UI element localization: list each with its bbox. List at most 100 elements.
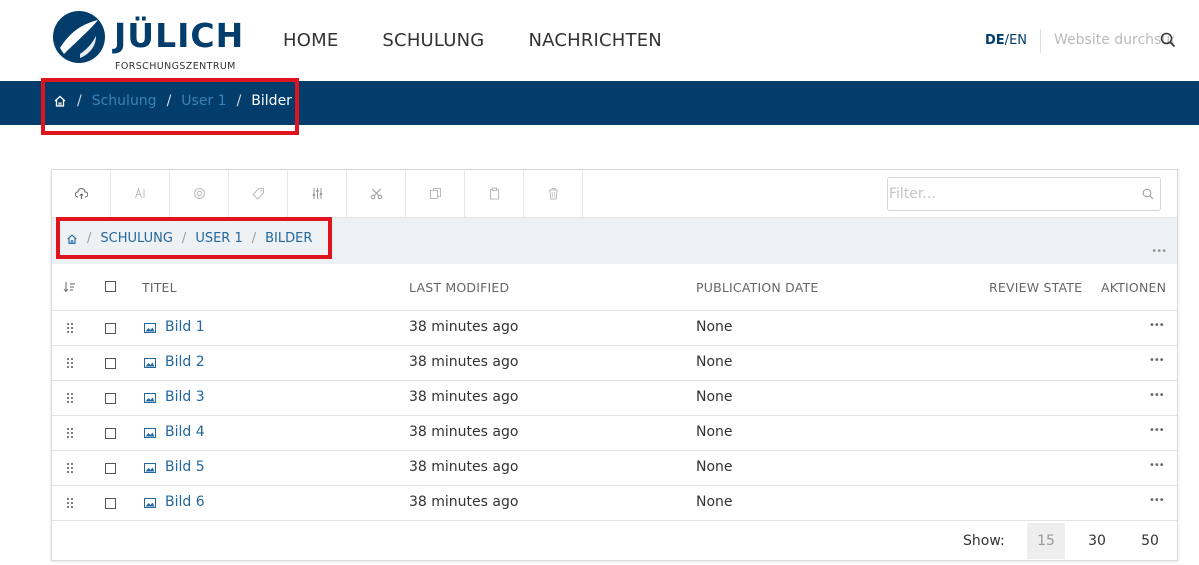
row-title-link[interactable]: Bild 3 bbox=[165, 389, 205, 405]
image-icon bbox=[144, 393, 156, 403]
drag-handle-icon[interactable] bbox=[66, 322, 74, 334]
image-icon bbox=[144, 323, 156, 333]
logo-subtitle: FORSCHUNGSZENTRUM bbox=[115, 61, 236, 72]
row-actions-button[interactable]: ••• bbox=[1149, 390, 1165, 401]
delete-button[interactable] bbox=[524, 170, 583, 217]
page-size-15[interactable]: 15 bbox=[1027, 523, 1065, 559]
row-actions-button[interactable]: ••• bbox=[1149, 355, 1165, 366]
row-last-modified: 38 minutes ago bbox=[409, 319, 519, 335]
highlight-box bbox=[56, 217, 332, 259]
copy-icon bbox=[429, 188, 441, 199]
table-header: TITEL LAST MODIFIED PUBLICATION DATE REV… bbox=[52, 264, 1177, 311]
image-icon bbox=[144, 358, 156, 368]
site-header: JÜLICH FORSCHUNGSZENTRUM HOME SCHULUNG N… bbox=[0, 0, 1199, 81]
row-last-modified: 38 minutes ago bbox=[409, 459, 519, 475]
column-header-last-modified[interactable]: LAST MODIFIED bbox=[409, 280, 509, 295]
table-row[interactable]: Bild 1 38 minutes ago None ••• bbox=[52, 311, 1177, 346]
highlight-box bbox=[41, 78, 299, 135]
row-title-link[interactable]: Bild 6 bbox=[165, 494, 205, 510]
select-all-checkbox[interactable] bbox=[105, 281, 116, 292]
filter-placeholder: Filter... bbox=[889, 186, 936, 202]
page-size-30[interactable]: 30 bbox=[1078, 523, 1116, 559]
row-checkbox[interactable] bbox=[105, 358, 116, 369]
sort-icon[interactable] bbox=[63, 281, 76, 293]
row-actions-button[interactable]: ••• bbox=[1149, 320, 1165, 331]
page-size-50[interactable]: 50 bbox=[1131, 523, 1169, 559]
column-header-actions: AKTIONEN bbox=[1101, 280, 1167, 295]
properties-button[interactable] bbox=[288, 170, 347, 217]
rename-button[interactable] bbox=[111, 170, 170, 217]
column-header-review-state[interactable]: REVIEW STATE bbox=[989, 280, 1082, 295]
drag-handle-icon[interactable] bbox=[66, 497, 74, 509]
image-icon bbox=[144, 428, 156, 438]
paste-button[interactable] bbox=[465, 170, 524, 217]
table-row[interactable]: Bild 6 38 minutes ago None ••• bbox=[52, 486, 1177, 521]
column-header-title[interactable]: TITEL bbox=[142, 280, 177, 295]
workflow-icon bbox=[193, 188, 205, 199]
row-title-link[interactable]: Bild 2 bbox=[165, 354, 205, 370]
row-title-link[interactable]: Bild 5 bbox=[165, 459, 205, 475]
tags-icon bbox=[251, 188, 264, 200]
row-title-link[interactable]: Bild 1 bbox=[165, 319, 205, 335]
pagination: Show: 15 30 50 bbox=[52, 521, 1177, 561]
nav-item-nachrichten[interactable]: NACHRICHTEN bbox=[528, 30, 662, 51]
cut-icon bbox=[370, 188, 382, 200]
more-options-button[interactable]: ••• bbox=[1151, 246, 1167, 257]
search-icon[interactable] bbox=[1160, 32, 1176, 48]
row-actions-button[interactable]: ••• bbox=[1149, 495, 1165, 506]
row-actions-button[interactable]: ••• bbox=[1149, 425, 1165, 436]
row-publication-date: None bbox=[696, 494, 733, 510]
drag-handle-icon[interactable] bbox=[66, 357, 74, 369]
drag-handle-icon[interactable] bbox=[66, 462, 74, 474]
row-last-modified: 38 minutes ago bbox=[409, 389, 519, 405]
row-title-link[interactable]: Bild 4 bbox=[165, 424, 205, 440]
filter-input[interactable]: Filter... bbox=[887, 177, 1161, 211]
delete-icon bbox=[548, 188, 558, 200]
row-checkbox[interactable] bbox=[105, 498, 116, 509]
upload-icon bbox=[74, 188, 88, 199]
workflow-button[interactable] bbox=[170, 170, 229, 217]
column-header-publication-date[interactable]: PUBLICATION DATE bbox=[696, 280, 818, 295]
main-nav: HOME SCHULUNG NACHRICHTEN bbox=[283, 30, 662, 51]
lang-de[interactable]: DE bbox=[985, 33, 1005, 48]
table-row[interactable]: Bild 5 38 minutes ago None ••• bbox=[52, 451, 1177, 486]
row-last-modified: 38 minutes ago bbox=[409, 494, 519, 510]
row-publication-date: None bbox=[696, 389, 733, 405]
toolbar: Filter... bbox=[52, 170, 1177, 218]
search-icon bbox=[1142, 188, 1154, 200]
row-checkbox[interactable] bbox=[105, 463, 116, 474]
nav-item-home[interactable]: HOME bbox=[283, 30, 338, 51]
row-checkbox[interactable] bbox=[105, 323, 116, 334]
paste-icon bbox=[489, 187, 499, 200]
row-checkbox[interactable] bbox=[105, 428, 116, 439]
copy-button[interactable] bbox=[406, 170, 465, 217]
language-switcher: DE/EN bbox=[985, 33, 1027, 48]
table-row[interactable]: Bild 4 38 minutes ago None ••• bbox=[52, 416, 1177, 451]
row-publication-date: None bbox=[696, 354, 733, 370]
drag-handle-icon[interactable] bbox=[66, 427, 74, 439]
rename-icon bbox=[134, 187, 144, 199]
image-icon bbox=[144, 463, 156, 473]
table-row[interactable]: Bild 3 38 minutes ago None ••• bbox=[52, 381, 1177, 416]
row-publication-date: None bbox=[696, 424, 733, 440]
row-last-modified: 38 minutes ago bbox=[409, 424, 519, 440]
julich-logo-icon bbox=[53, 11, 105, 63]
row-publication-date: None bbox=[696, 319, 733, 335]
tags-button[interactable] bbox=[229, 170, 288, 217]
site-search-input[interactable]: Website durchsuchen bbox=[1054, 32, 1174, 50]
row-last-modified: 38 minutes ago bbox=[409, 354, 519, 370]
drag-handle-icon[interactable] bbox=[66, 392, 74, 404]
image-icon bbox=[144, 498, 156, 508]
upload-button[interactable] bbox=[52, 170, 111, 217]
row-publication-date: None bbox=[696, 459, 733, 475]
row-checkbox[interactable] bbox=[105, 393, 116, 404]
pager-label: Show: bbox=[963, 533, 1005, 549]
table-row[interactable]: Bild 2 38 minutes ago None ••• bbox=[52, 346, 1177, 381]
lang-en[interactable]: EN bbox=[1009, 33, 1027, 48]
nav-item-schulung[interactable]: SCHULUNG bbox=[382, 30, 484, 51]
cut-button[interactable] bbox=[347, 170, 406, 217]
logo[interactable]: JÜLICH FORSCHUNGSZENTRUM bbox=[52, 10, 252, 75]
logo-wordmark: JÜLICH bbox=[114, 16, 245, 55]
row-actions-button[interactable]: ••• bbox=[1149, 460, 1165, 471]
properties-icon bbox=[312, 188, 322, 199]
